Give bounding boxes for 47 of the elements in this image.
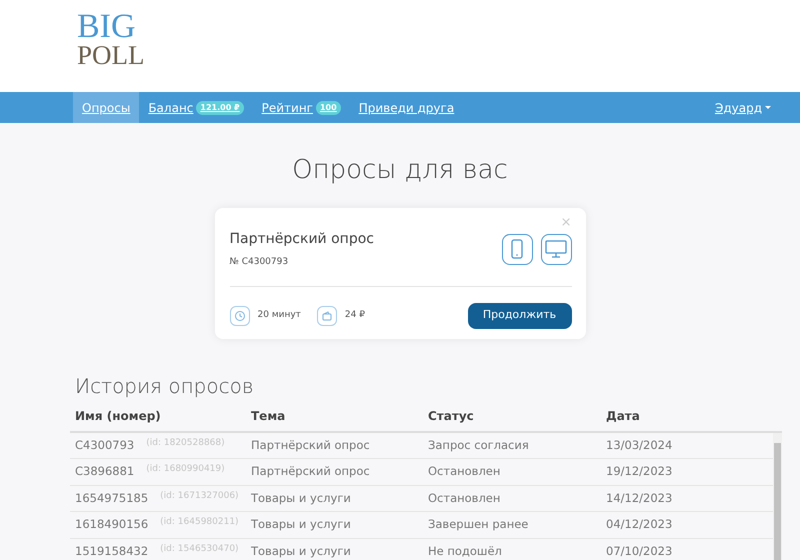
survey-number: № C4300793: [230, 256, 290, 269]
continue-button[interactable]: Продолжить: [468, 302, 572, 328]
logo-text: BIG: [77, 10, 136, 44]
scrollbar[interactable]: [773, 432, 782, 560]
reward-text: 24 ₽: [344, 308, 365, 322]
table-cell: 14/12/2023: [606, 490, 672, 505]
nav-link-tab[interactable]: Рейтинг 100: [252, 92, 350, 123]
table-cell: 13/03/2024: [606, 438, 672, 452]
desktop-icon: [540, 234, 572, 265]
table-cell: Остановлен: [428, 464, 500, 478]
table-cell: C3896881: [75, 463, 134, 480]
section-title: История опросов: [75, 372, 255, 400]
mobile-icon: [502, 234, 532, 265]
table-cell: 1519158432: [75, 542, 148, 560]
table-cell: Остановлен: [428, 490, 500, 505]
table-cell: Завершен ранее: [428, 517, 528, 532]
nav-link-tab[interactable]: Баланс 121.00 ₽: [139, 92, 253, 123]
table-cell: Товары и услуги: [251, 490, 351, 505]
user-menu[interactable]: Эдуард: [706, 92, 780, 123]
table-cell: 1618490156: [75, 516, 148, 534]
wallet-icon: [316, 306, 337, 326]
table-cell: Партнёрский опрос: [251, 464, 370, 478]
clock-icon: [230, 306, 250, 326]
nav-link-tab[interactable]: Опросы: [73, 92, 140, 123]
table-cell: Партнёрский опрос: [251, 438, 370, 452]
table-cell: 1654975185: [75, 490, 148, 507]
column-header: Дата: [605, 408, 641, 424]
survey-title: Партнёрский опрос: [230, 230, 375, 249]
nav-link-tab[interactable]: Приведи друга: [350, 92, 464, 123]
table-cell: Товары и услуги: [251, 517, 351, 532]
table-cell: C4300793: [75, 436, 134, 454]
page-title: Опросы для вас: [291, 154, 509, 187]
logo-text: POLL: [77, 42, 144, 69]
table-cell: 04/12/2023: [606, 517, 672, 532]
count-badge: 100: [316, 100, 341, 114]
table-cell: Запрос согласия: [428, 438, 529, 452]
column-header: Тема: [250, 408, 286, 424]
caret-icon: [765, 106, 771, 109]
table-cell: Товары и услуги: [251, 544, 351, 558]
column-header: Статус: [427, 408, 475, 425]
table-cell: Не подошёл: [428, 544, 502, 558]
table-cell: 19/12/2023: [606, 464, 672, 478]
column-header: Имя (номер): [74, 408, 162, 424]
table-cell: 07/10/2023: [606, 544, 672, 558]
duration-text: 20 минут: [258, 308, 301, 322]
close-button[interactable]: ×: [560, 216, 572, 229]
count-badge: 121.00 ₽: [196, 100, 244, 114]
